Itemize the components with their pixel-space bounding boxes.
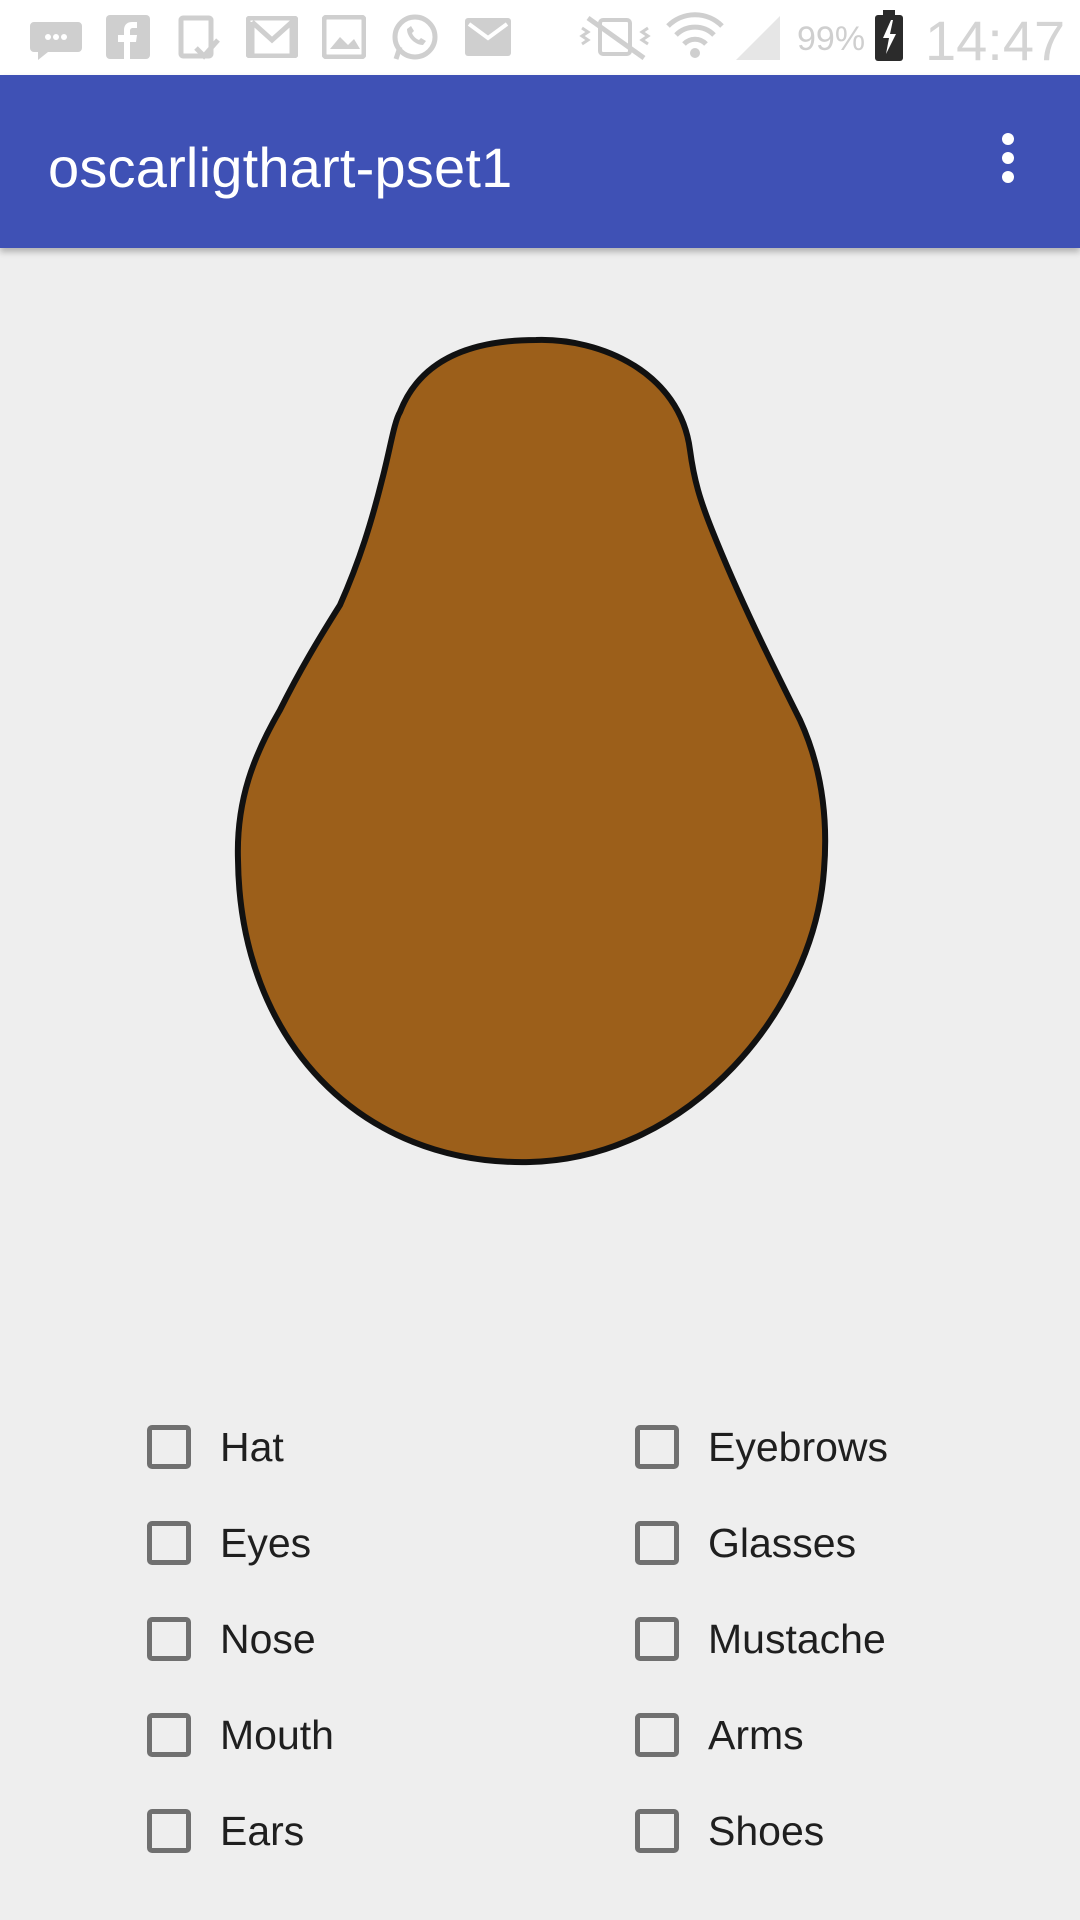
checkbox-label: Ears [220, 1807, 305, 1854]
signal-icon [736, 16, 780, 60]
gmail-icon [246, 16, 298, 58]
checkbox-label: Nose [220, 1615, 316, 1662]
checkbox-arms[interactable]: Arms [635, 1699, 804, 1771]
more-options-button[interactable] [975, 125, 1041, 191]
checkbox-box[interactable] [635, 1521, 679, 1565]
checkbox-nose[interactable]: Nose [147, 1603, 316, 1675]
checkbox-label: Hat [220, 1423, 284, 1470]
facebook-icon [106, 15, 150, 59]
checkbox-eyes[interactable]: Eyes [147, 1507, 311, 1579]
more-vert-icon [1002, 133, 1014, 145]
more-vert-icon-dot [1002, 171, 1014, 183]
checkbox-label: Arms [708, 1711, 804, 1758]
checkbox-ears[interactable]: Ears [147, 1795, 304, 1867]
checkbox-label: Mustache [708, 1615, 886, 1662]
gallery-icon [322, 15, 366, 59]
status-bar: 99% 14:47 [0, 0, 1080, 75]
more-vert-icon-dot [1002, 152, 1014, 164]
whatsapp-icon [392, 14, 438, 60]
chat-icon [30, 22, 82, 60]
checkbox-box[interactable] [147, 1425, 191, 1469]
email-icon [465, 18, 511, 56]
checkbox-hat[interactable]: Hat [147, 1411, 284, 1483]
checkbox-shoes[interactable]: Shoes [635, 1795, 824, 1867]
checkbox-box[interactable] [147, 1713, 191, 1757]
checkbox-eyebrows[interactable]: Eyebrows [635, 1411, 888, 1483]
potato-shape [234, 336, 829, 1166]
vibrate-mute-icon [579, 15, 651, 60]
checkbox-glasses[interactable]: Glasses [635, 1507, 856, 1579]
checkbox-label: Eyes [220, 1519, 312, 1566]
checkbox-box[interactable] [147, 1809, 191, 1853]
checkbox-box[interactable] [635, 1809, 679, 1853]
checkbox-box[interactable] [147, 1617, 191, 1661]
battery-charging-icon [875, 10, 903, 61]
checkbox-label: Shoes [708, 1807, 825, 1854]
checkbox-box[interactable] [635, 1425, 679, 1469]
potato-body [234, 336, 829, 1166]
battery-percent: 99% [797, 20, 866, 58]
checkbox-label: Glasses [708, 1519, 857, 1566]
checkbox-label: Mouth [220, 1711, 334, 1758]
app-bar: oscarligthart-pset1 [0, 75, 1080, 248]
wifi-icon [666, 12, 724, 58]
clipboard-icon [178, 15, 220, 60]
clock: 14:47 [925, 9, 1066, 72]
checkbox-mouth[interactable]: Mouth [147, 1699, 334, 1771]
checkbox-label: Eyebrows [708, 1423, 889, 1470]
checkbox-box[interactable] [147, 1521, 191, 1565]
app-title: oscarligthart-pset1 [48, 136, 513, 199]
checkbox-box[interactable] [635, 1617, 679, 1661]
checkbox-box[interactable] [635, 1713, 679, 1757]
checkbox-mustache[interactable]: Mustache [635, 1603, 886, 1675]
